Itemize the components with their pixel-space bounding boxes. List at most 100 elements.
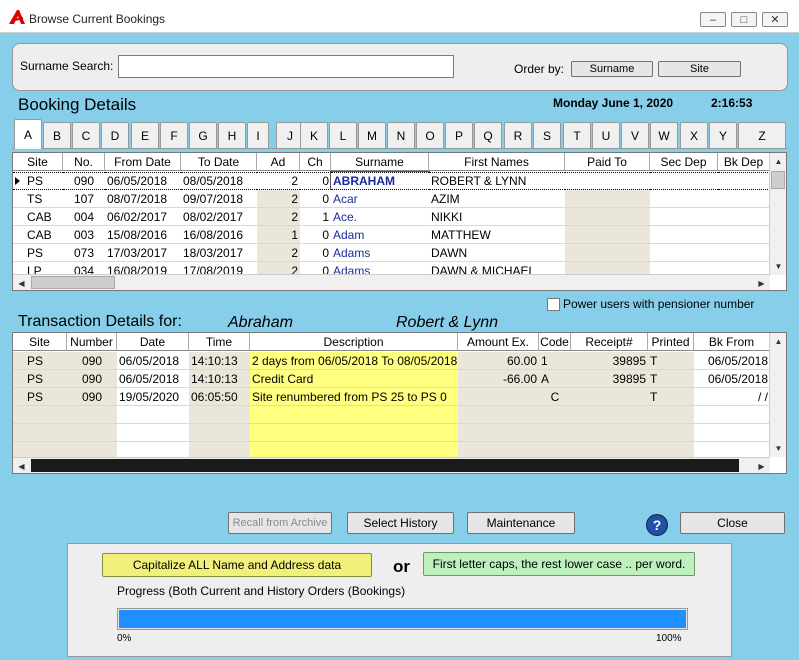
table-row[interactable]: PS 090 06/05/2018 08/05/2018 2 0 ABRAHAM ROBERT…	[13, 171, 770, 191]
transaction-hscroll[interactable]: ◀ ▶	[13, 457, 770, 473]
first-letter-caps-button[interactable]: First letter caps, the rest lower case .…	[423, 552, 695, 576]
tab-r[interactable]: R	[504, 122, 532, 148]
transaction-cell: 60.00	[458, 352, 539, 370]
scroll-thumb[interactable]	[771, 171, 785, 189]
surname-search-label: Surname Search:	[20, 59, 114, 73]
tx-col-time[interactable]: Time	[189, 333, 250, 351]
table-row[interactable]	[13, 424, 770, 442]
maintenance-button[interactable]: Maintenance	[467, 512, 575, 534]
tab-y[interactable]: Y	[709, 122, 737, 148]
order-site-button[interactable]: Site	[658, 61, 741, 77]
scroll-left-icon[interactable]: ◀	[13, 458, 30, 473]
transaction-cell: PS	[13, 352, 67, 370]
tab-x[interactable]: X	[680, 122, 708, 148]
scroll-up-icon[interactable]: ▲	[770, 333, 786, 350]
booking-cell: 15/08/2016	[105, 226, 181, 244]
tab-w[interactable]: W	[650, 122, 678, 148]
booking-hscroll[interactable]: ◀ ▶	[13, 274, 770, 290]
tab-i[interactable]: I	[247, 122, 269, 148]
booking-cell: NIKKI	[429, 208, 565, 226]
tab-g[interactable]: G	[189, 122, 217, 148]
transaction-cell	[189, 406, 250, 424]
transaction-cell: 090	[67, 388, 117, 406]
tx-col-amountex[interactable]: Amount Ex.	[458, 333, 539, 351]
bk-col-ad[interactable]: Ad	[257, 153, 300, 171]
scroll-thumb[interactable]	[31, 459, 739, 472]
bk-col-secdep[interactable]: Sec Dep	[650, 153, 718, 171]
surname-search-input[interactable]	[118, 55, 454, 78]
booking-vscroll[interactable]: ▲ ▼	[769, 153, 786, 275]
tab-u[interactable]: U	[592, 122, 620, 148]
table-row[interactable]	[13, 406, 770, 424]
transaction-vscroll[interactable]: ▲ ▼	[769, 333, 786, 457]
transaction-cell	[250, 406, 458, 424]
tx-col-receipt[interactable]: Receipt#	[571, 333, 648, 351]
close-button[interactable]: Close	[680, 512, 785, 534]
bk-col-firstnames[interactable]: First Names	[429, 153, 565, 171]
tx-col-date[interactable]: Date	[117, 333, 189, 351]
bk-col-bkdep[interactable]: Bk Dep	[718, 153, 770, 171]
table-row[interactable]: PS 090 06/05/2018 14:10:13 Credit Card -66.00…	[13, 370, 770, 388]
table-row[interactable]: PS 073 17/03/2017 18/03/2017 2 0 Adams DAWN	[13, 244, 770, 262]
table-row[interactable]: CAB 004 06/02/2017 08/02/2017 2 1 Ace. NIKKI	[13, 208, 770, 226]
tab-k[interactable]: K	[300, 122, 328, 148]
tab-f[interactable]: F	[160, 122, 188, 148]
tx-col-code[interactable]: Code	[539, 333, 571, 351]
scroll-up-icon[interactable]: ▲	[770, 153, 786, 170]
scroll-thumb[interactable]	[31, 276, 115, 289]
scroll-right-icon[interactable]: ▶	[753, 275, 770, 290]
bk-col-surname[interactable]: Surname	[331, 153, 429, 171]
tab-b[interactable]: B	[43, 122, 71, 148]
tab-t[interactable]: T	[563, 122, 591, 148]
capitalize-all-button[interactable]: Capitalize ALL Name and Address data	[102, 553, 372, 577]
transaction-cell: 090	[67, 352, 117, 370]
table-row[interactable]: CAB 003 15/08/2016 16/08/2016 1 0 Adam MATTHEW	[13, 226, 770, 244]
pensioner-checkbox[interactable]	[547, 298, 560, 311]
booking-cell: TS	[13, 190, 63, 208]
scroll-down-icon[interactable]: ▼	[770, 258, 786, 275]
order-surname-button[interactable]: Surname	[571, 61, 653, 77]
tab-q[interactable]: Q	[474, 122, 502, 148]
maximize-icon[interactable]: □	[731, 12, 757, 27]
transaction-cell: 14:10:13	[189, 370, 250, 388]
bk-col-no[interactable]: No.	[63, 153, 105, 171]
tab-a[interactable]: A	[14, 119, 42, 149]
bk-col-site[interactable]: Site	[13, 153, 63, 171]
tab-v[interactable]: V	[621, 122, 649, 148]
tab-e[interactable]: E	[131, 122, 159, 148]
minimize-icon[interactable]: –	[700, 12, 726, 27]
select-history-button[interactable]: Select History	[347, 512, 454, 534]
transaction-cell: / /	[694, 388, 770, 406]
tab-o[interactable]: O	[416, 122, 444, 148]
bk-col-ch[interactable]: Ch	[300, 153, 331, 171]
bk-col-todate[interactable]: To Date	[181, 153, 257, 171]
bk-col-fromdate[interactable]: From Date	[105, 153, 181, 171]
transaction-cell: T	[648, 370, 694, 388]
scroll-right-icon[interactable]: ▶	[753, 458, 770, 473]
tx-col-bkfrom[interactable]: Bk From	[694, 333, 770, 351]
help-icon[interactable]: ?	[646, 514, 668, 536]
scroll-down-icon[interactable]: ▼	[770, 440, 786, 457]
tx-col-site[interactable]: Site	[13, 333, 67, 351]
tab-m[interactable]: M	[358, 122, 386, 148]
booking-cell: 073	[63, 244, 105, 262]
table-row[interactable]: PS 090 06/05/2018 14:10:13 2 days from 06/05…	[13, 352, 770, 370]
tab-l[interactable]: L	[329, 122, 357, 148]
tab-d[interactable]: D	[101, 122, 129, 148]
tab-s[interactable]: S	[533, 122, 561, 148]
tab-n[interactable]: N	[387, 122, 415, 148]
tab-h[interactable]: H	[218, 122, 246, 148]
bk-col-paidto[interactable]: Paid To	[565, 153, 650, 171]
tab-p[interactable]: P	[445, 122, 473, 148]
tab-c[interactable]: C	[72, 122, 100, 148]
tx-col-number[interactable]: Number	[67, 333, 117, 351]
recall-archive-button[interactable]: Recall from Archive	[228, 512, 332, 534]
table-row[interactable]: PS 090 19/05/2020 06:05:50 Site renumbered f…	[13, 388, 770, 406]
table-row[interactable]: TS 107 08/07/2018 09/07/2018 2 0 Acar AZIM	[13, 190, 770, 208]
close-icon[interactable]: ✕	[762, 12, 788, 27]
scroll-left-icon[interactable]: ◀	[13, 275, 30, 290]
tx-col-description[interactable]: Description	[250, 333, 458, 351]
tx-col-printed[interactable]: Printed	[648, 333, 694, 351]
transaction-cell: T	[648, 352, 694, 370]
tab-z[interactable]: Z	[738, 122, 786, 148]
